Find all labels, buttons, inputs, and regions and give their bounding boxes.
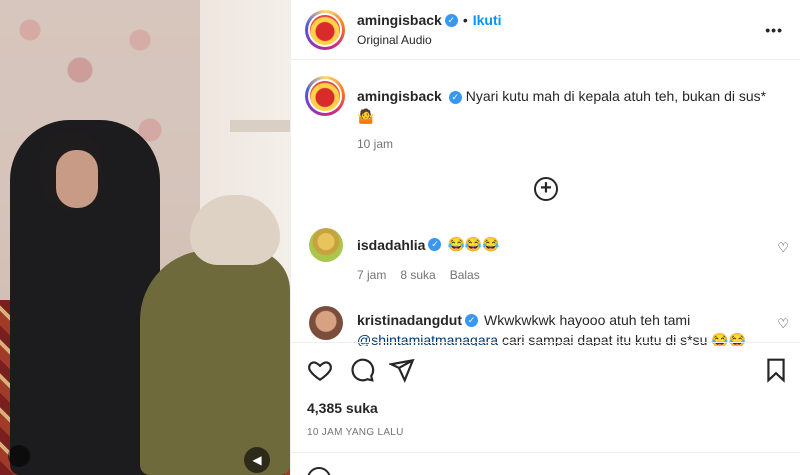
post-video[interactable]: ◀ [0,0,290,475]
follow-button[interactable]: Ikuti [473,12,502,28]
comment-text: Wkwkwkwk hayooo atuh teh tami [484,312,691,328]
comment-line: isdadahlia ✓ 😂😂😂 [357,236,500,253]
caption-text: Nyari kutu mah di kepala atuh teh, bukan… [465,88,767,104]
caption-username[interactable]: amingisback [357,88,442,104]
volume-icon[interactable]: ◀ [244,447,270,473]
person-right-hijab [190,195,280,265]
verified-icon: ✓ [448,90,462,104]
verified-icon: ✓ [444,13,458,27]
more-options-icon[interactable]: ••• [765,22,783,38]
load-more-comments-icon[interactable]: + [534,177,558,201]
comment: kristinadangdut ✓ Wkwkwkwk hayooo atuh t… [291,306,800,346]
caption-text-block: amingisback ✓ Nyari kutu mah di kepala at… [357,86,777,126]
commenter-username[interactable]: kristinadangdut [357,312,462,328]
save-icon[interactable] [763,357,789,383]
audio-toggle-icon[interactable] [8,445,30,467]
reply-button[interactable]: Balas [450,268,480,282]
comment-line: kristinadangdut ✓ Wkwkwkwk hayooo atuh t… [357,312,690,328]
post-panel: amingisback ✓ • Ikuti Original Audio •••… [290,0,800,475]
author-line: amingisback ✓ • Ikuti [357,12,502,28]
comment-text: 😂😂😂 [447,236,500,252]
share-icon[interactable] [389,357,415,383]
shelf [230,120,290,132]
comment-meta: 7 jam 8 suka Balas [357,268,480,282]
likes-count[interactable]: 4,385 suka [307,400,378,416]
comment-likes[interactable]: 8 suka [400,268,435,282]
commenter-avatar[interactable] [309,306,343,340]
emoji-picker-icon[interactable] [307,467,331,475]
commenter-avatar[interactable] [309,228,343,262]
action-bar [291,342,800,398]
shrug-emoji: 🤷 [357,108,375,124]
caption-avatar[interactable] [305,76,345,116]
add-comment-bar [291,452,800,475]
like-comment-icon[interactable]: ♡ [777,240,789,256]
verified-icon: ✓ [465,313,479,327]
post-header: amingisback ✓ • Ikuti Original Audio ••• [291,0,800,60]
person-right [140,250,290,475]
audio-link[interactable]: Original Audio [357,33,432,47]
post-timestamp: 10 JAM YANG LALU [307,427,404,438]
comment-time: 7 jam [357,268,387,282]
verified-icon: ✓ [428,238,442,251]
separator-dot: • [462,12,468,28]
comment-icon[interactable] [349,357,375,383]
like-comment-icon[interactable]: ♡ [777,316,789,332]
person-left-face [56,150,98,208]
caption-time: 10 jam [357,137,394,151]
author-username[interactable]: amingisback [357,12,442,28]
like-icon[interactable] [307,357,333,383]
commenter-username[interactable]: isdadahlia [357,237,425,253]
author-avatar[interactable] [305,10,345,50]
